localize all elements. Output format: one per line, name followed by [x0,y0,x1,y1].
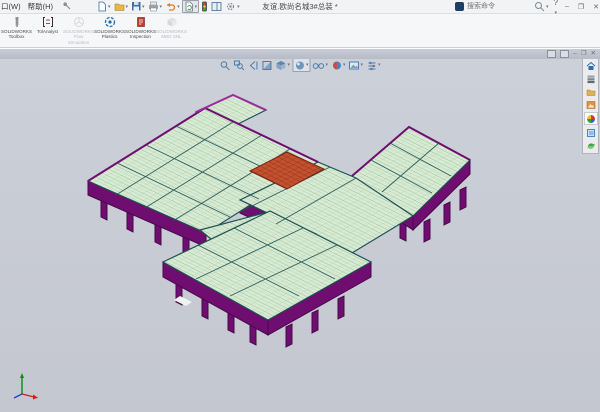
doc-close-button[interactable]: ✕ [591,49,596,59]
orientation-triad [14,373,38,400]
search-input[interactable] [467,2,527,12]
title-bar: 口(W) 帮助(H) ▾ ▾ ▾ ▾ ▾ ▾ ▾ [0,0,600,14]
addin-label: SOLIDWORKS Inspection [125,29,156,40]
file-explorer-icon[interactable] [585,86,597,97]
addin-solidworks-mbd-snl[interactable]: SOLIDWORKS MBD SNL [156,14,187,40]
addin-label: SOLIDWORKS Plastics [94,29,125,40]
solidworks-search-icon [455,2,464,11]
display-pane-toggle-icon[interactable] [547,50,556,58]
help-button[interactable]: ?▾ [554,0,558,16]
document-window-band: – ❐ ✕ [0,48,600,59]
task-pane-strip [582,57,599,154]
view-settings-icon[interactable]: ▾ [365,59,382,71]
previous-view-icon[interactable] [246,59,259,71]
window-minimize-button[interactable]: – [563,3,571,10]
addin-tolanalyst[interactable]: TolAnalyst [32,14,63,34]
print-button[interactable]: ▾ [147,1,164,12]
doc-restore-button[interactable]: ❐ [581,49,587,59]
inspection-icon [135,16,147,28]
window-close-button[interactable]: ✕ [591,3,600,11]
flow-simulation-icon [73,16,85,28]
solidworks-resources-icon[interactable] [585,60,597,71]
titlebar-right-controls: ▾ ?▾ – ❐ ✕ [534,0,600,13]
menu-item-help[interactable]: 帮助(H) [28,1,53,12]
menu-bar: 口(W) 帮助(H) [1,0,71,13]
section-view-icon[interactable] [260,59,273,71]
addin-label: TolAnalyst [37,29,58,34]
addin-flow-simulation[interactable]: SOLIDWORKS Flow Simulation [63,14,94,45]
open-button[interactable]: ▾ [113,1,130,12]
solidworks-forum-icon[interactable] [585,140,597,151]
edit-appearance-icon[interactable]: ▾ [330,59,347,71]
apply-scene-icon[interactable]: ▾ [348,59,365,71]
addin-solidworks-plastics[interactable]: SOLIDWORKS Plastics [94,14,125,40]
formwork-assembly [88,95,470,347]
view-palette-icon[interactable] [585,99,597,110]
addins-toolbar: SOLIDWORKS Toolbox TolAnalyst SOLIDWORKS… [0,14,600,48]
appearances-scenes-icon[interactable] [584,112,598,125]
menu-pin-icon[interactable] [62,1,71,12]
addin-solidworks-inspection[interactable]: SOLIDWORKS Inspection [125,14,156,40]
save-button[interactable]: ▾ [130,1,146,12]
menu-item-window[interactable]: 口(W) [1,1,21,12]
tolanalyst-icon [42,16,54,28]
zoom-to-fit-icon[interactable] [218,59,231,71]
new-file-button[interactable]: ▾ [96,1,112,12]
mbd-snl-icon [166,16,178,28]
hide-show-items-icon[interactable]: ▾ [311,59,329,71]
display-style-icon[interactable]: ▾ [292,58,311,72]
addin-label: SOLIDWORKS Flow Simulation [63,29,94,45]
headsup-view-toolbar: ▾ ▾ ▾ ▾ ▾ ▾ [216,57,383,73]
zoom-to-area-icon[interactable] [232,59,245,71]
search-magnifier-icon[interactable]: ▾ [534,1,549,12]
addin-label: SOLIDWORKS Toolbox [1,29,32,40]
custom-properties-icon[interactable] [585,127,597,138]
plastics-icon [104,16,116,28]
window-restore-button[interactable]: ❐ [576,3,586,11]
document-title: 友谊.欧尚名城3#总装 * [180,0,420,13]
toolbox-bolt-icon [11,16,23,28]
view-orientation-icon[interactable]: ▾ [274,59,291,71]
search-box [455,1,527,12]
addin-solidworks-toolbox[interactable]: SOLIDWORKS Toolbox [1,14,32,40]
undo-button[interactable]: ▾ [164,1,181,12]
feature-pane-toggle-icon[interactable] [560,50,569,58]
design-library-icon[interactable] [585,73,597,84]
doc-minimize-button[interactable]: – [573,49,577,59]
addin-label: SOLIDWORKS MBD SNL [156,29,187,40]
